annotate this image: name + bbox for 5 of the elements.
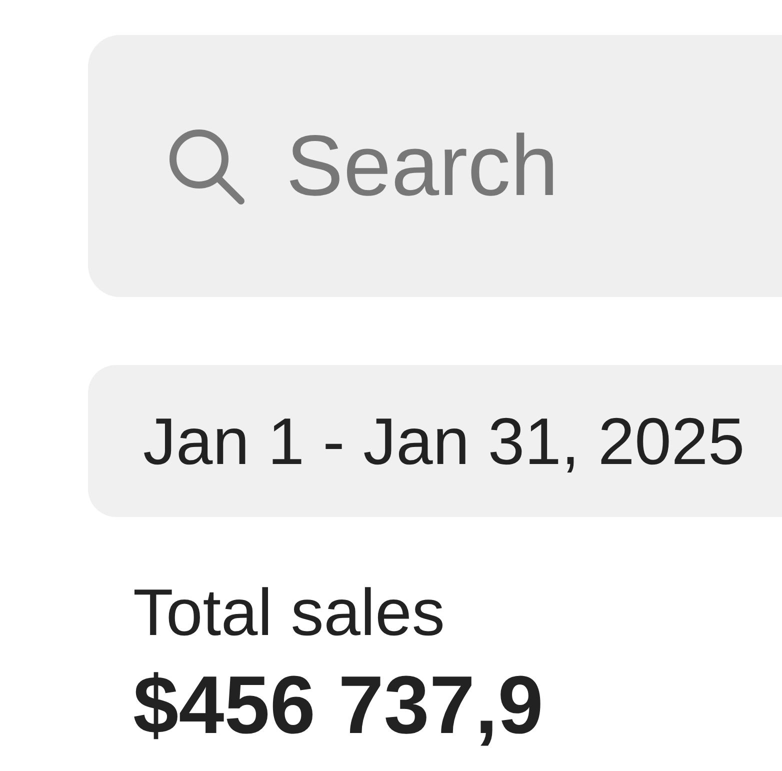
- date-range-button[interactable]: Jan 1 - Jan 31, 2025: [88, 365, 782, 517]
- search-input[interactable]: Search: [286, 111, 726, 221]
- metric-label: Total sales: [133, 579, 446, 645]
- metric-value: $456 737,9: [133, 665, 544, 747]
- search-field[interactable]: Search: [88, 35, 782, 297]
